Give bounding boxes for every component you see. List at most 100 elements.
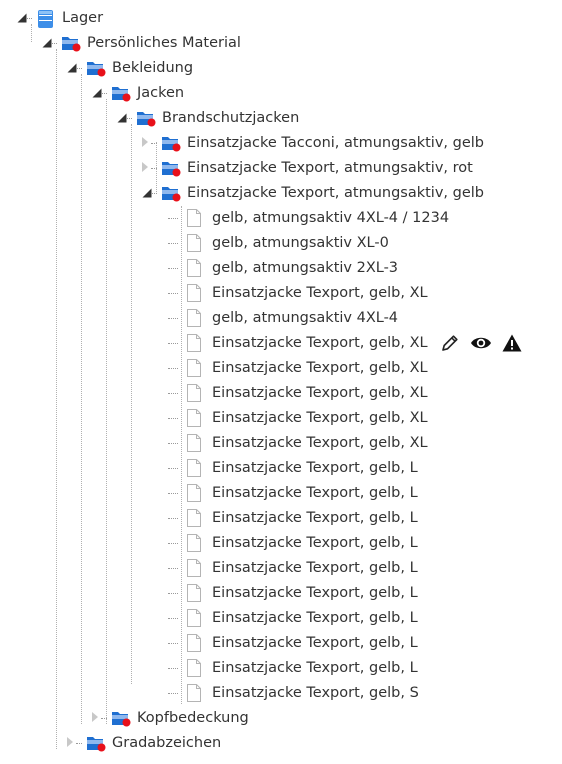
tree-node-label[interactable]: gelb, atmungsaktiv XL-0 (212, 231, 389, 255)
tree-node[interactable]: Gradabzeichen (66, 731, 221, 755)
tree-node-label[interactable]: Einsatzjacke Texport, atmungsaktiv, gelb (187, 181, 484, 205)
tree-node-label[interactable]: Einsatzjacke Tacconi, atmungsaktiv, gelb (187, 131, 484, 155)
file-icon (186, 359, 206, 377)
tree-node-label[interactable]: Einsatzjacke Texport, gelb, XL (212, 381, 428, 405)
material-icon (86, 734, 106, 752)
tree-node-label[interactable]: Einsatzjacke Texport, gelb, L (212, 581, 418, 605)
expand-toggle-icon[interactable] (141, 160, 157, 176)
material-icon (161, 159, 181, 177)
file-icon (186, 434, 206, 452)
tree-node[interactable]: Einsatzjacke Texport, gelb, S (166, 681, 419, 705)
tree-node[interactable]: Einsatzjacke Texport, gelb, XL (166, 431, 428, 455)
database-icon (36, 9, 56, 28)
tree-node-label[interactable]: Bekleidung (112, 56, 193, 80)
row-actions (440, 333, 522, 353)
tree-connector (166, 335, 182, 351)
tree-connector (166, 660, 182, 676)
collapse-toggle-icon[interactable] (66, 60, 82, 76)
tree-guide-line (106, 99, 107, 724)
file-icon (186, 584, 206, 602)
tree-node[interactable]: Einsatzjacke Texport, gelb, L (166, 456, 418, 480)
tree-node[interactable]: Jacken (91, 81, 184, 105)
tree-node[interactable]: Einsatzjacke Texport, gelb, L (166, 606, 418, 630)
tree-node[interactable]: Einsatzjacke Texport, gelb, L (166, 581, 418, 605)
tree-node-label[interactable]: Einsatzjacke Texport, gelb, L (212, 656, 418, 680)
tree-node[interactable]: Einsatzjacke Texport, gelb, XL (166, 356, 428, 380)
file-icon (186, 684, 206, 702)
tree-node[interactable]: Einsatzjacke Texport, gelb, L (166, 506, 418, 530)
tree-connector (166, 460, 182, 476)
tree-node[interactable]: Brandschutzjacken (116, 106, 299, 130)
tree-node[interactable]: Einsatzjacke Texport, gelb, XL (166, 381, 428, 405)
tree-node-label[interactable]: Einsatzjacke Texport, gelb, XL (212, 356, 428, 380)
view-eye-icon[interactable] (470, 335, 492, 351)
tree-node-label[interactable]: gelb, atmungsaktiv 2XL-3 (212, 256, 398, 280)
material-icon (161, 134, 181, 152)
tree-node-label[interactable]: Einsatzjacke Texport, gelb, XL (212, 431, 428, 455)
tree-node[interactable]: Einsatzjacke Tacconi, atmungsaktiv, gelb (141, 131, 484, 155)
tree-node-label[interactable]: Einsatzjacke Texport, gelb, L (212, 456, 418, 480)
tree-node[interactable]: Einsatzjacke Texport, atmungsaktiv, gelb (141, 181, 484, 205)
tree-node-label[interactable]: Einsatzjacke Texport, gelb, XL (212, 281, 428, 305)
file-icon (186, 484, 206, 502)
tree-node-label[interactable]: Einsatzjacke Texport, gelb, L (212, 631, 418, 655)
tree-node-label[interactable]: Einsatzjacke Texport, gelb, L (212, 556, 418, 580)
collapse-toggle-icon[interactable] (41, 35, 57, 51)
material-icon (111, 709, 131, 727)
tree-node[interactable]: Einsatzjacke Texport, gelb, XL (166, 331, 522, 355)
tree-node[interactable]: gelb, atmungsaktiv 2XL-3 (166, 256, 398, 280)
collapse-toggle-icon[interactable] (91, 85, 107, 101)
file-icon (186, 409, 206, 427)
tree-node[interactable]: gelb, atmungsaktiv XL-0 (166, 231, 389, 255)
collapse-toggle-icon[interactable] (116, 110, 132, 126)
tree-node[interactable]: Einsatzjacke Texport, gelb, L (166, 656, 418, 680)
tree-connector (166, 435, 182, 451)
tree-connector (166, 510, 182, 526)
expand-toggle-icon[interactable] (66, 735, 82, 751)
tree-node-label[interactable]: Gradabzeichen (112, 731, 221, 755)
tree-node-label[interactable]: Lager (62, 6, 103, 30)
tree-node[interactable]: Einsatzjacke Texport, atmungsaktiv, rot (141, 156, 473, 180)
tree-node[interactable]: Lager (16, 6, 103, 30)
tree-node[interactable]: Einsatzjacke Texport, gelb, L (166, 531, 418, 555)
tree-node-label[interactable]: Kopfbedeckung (137, 706, 249, 730)
warning-icon[interactable] (502, 334, 522, 352)
file-icon (186, 209, 206, 227)
collapse-toggle-icon[interactable] (141, 185, 157, 201)
tree-connector (166, 535, 182, 551)
tree-node[interactable]: Einsatzjacke Texport, gelb, XL (166, 281, 428, 305)
tree-connector (166, 560, 182, 576)
material-icon (111, 84, 131, 102)
tree-node-label[interactable]: Jacken (137, 81, 184, 105)
file-icon (186, 384, 206, 402)
tree-node-label[interactable]: gelb, atmungsaktiv 4XL-4 / 1234 (212, 206, 449, 230)
tree-node-label[interactable]: Einsatzjacke Texport, gelb, XL (212, 331, 428, 355)
tree-node-label[interactable]: Einsatzjacke Texport, gelb, L (212, 481, 418, 505)
tree-node-label[interactable]: Einsatzjacke Texport, gelb, L (212, 531, 418, 555)
tree-node[interactable]: Einsatzjacke Texport, gelb, L (166, 481, 418, 505)
collapse-toggle-icon[interactable] (16, 10, 32, 26)
tree-node-label[interactable]: Einsatzjacke Texport, gelb, S (212, 681, 419, 705)
tree-node[interactable]: gelb, atmungsaktiv 4XL-4 / 1234 (166, 206, 449, 230)
expand-toggle-icon[interactable] (141, 135, 157, 151)
expand-toggle-icon[interactable] (91, 710, 107, 726)
tree-node[interactable]: Einsatzjacke Texport, gelb, L (166, 556, 418, 580)
tree-node[interactable]: gelb, atmungsaktiv 4XL-4 (166, 306, 398, 330)
tree-node-label[interactable]: Einsatzjacke Texport, gelb, L (212, 606, 418, 630)
edit-pencil-icon[interactable] (440, 333, 460, 353)
tree-node[interactable]: Persönliches Material (41, 31, 241, 55)
tree-node[interactable]: Einsatzjacke Texport, gelb, XL (166, 406, 428, 430)
tree-connector (166, 685, 182, 701)
file-icon (186, 634, 206, 652)
tree-node[interactable]: Bekleidung (66, 56, 193, 80)
tree-node-label[interactable]: Einsatzjacke Texport, atmungsaktiv, rot (187, 156, 473, 180)
material-icon (161, 184, 181, 202)
tree-node-label[interactable]: Einsatzjacke Texport, gelb, L (212, 506, 418, 530)
tree-node-label[interactable]: gelb, atmungsaktiv 4XL-4 (212, 306, 398, 330)
tree-node-label[interactable]: Brandschutzjacken (162, 106, 299, 130)
tree-connector (166, 585, 182, 601)
tree-node-label[interactable]: Persönliches Material (87, 31, 241, 55)
tree-node[interactable]: Einsatzjacke Texport, gelb, L (166, 631, 418, 655)
tree-node-label[interactable]: Einsatzjacke Texport, gelb, XL (212, 406, 428, 430)
tree-node[interactable]: Kopfbedeckung (91, 706, 249, 730)
